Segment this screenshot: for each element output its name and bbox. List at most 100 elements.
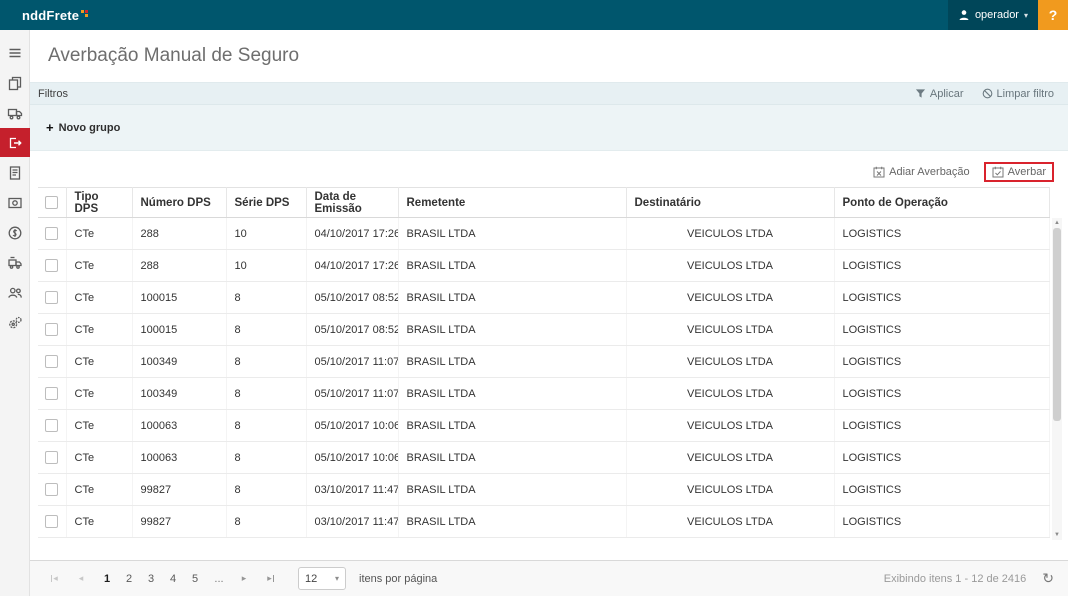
clear-filter-button[interactable]: Limpar filtro — [982, 88, 1054, 100]
column-header[interactable]: Remetente — [398, 187, 627, 218]
column-header[interactable]: Número DPS — [132, 187, 227, 218]
report-icon[interactable] — [0, 158, 30, 187]
scroll-up-icon[interactable]: ▲ — [1052, 218, 1062, 228]
fleet-icon[interactable] — [0, 248, 30, 277]
cell-emissao: 05/10/2017 08:52 — [306, 281, 399, 314]
next-page-button[interactable]: ▸ — [232, 568, 256, 590]
page-button-2[interactable]: 2 — [118, 568, 140, 590]
documents-icon[interactable] — [0, 68, 30, 97]
page-size-label: itens por página — [359, 572, 438, 585]
checkbox-cell — [38, 473, 67, 506]
help-button[interactable]: ? — [1038, 0, 1068, 30]
cell-tipo: CTe — [66, 313, 133, 346]
scrollbar-thumb[interactable] — [1053, 228, 1061, 422]
grid-actions: Adiar Averbação Averbar — [30, 159, 1068, 185]
row-checkbox[interactable] — [45, 355, 59, 368]
scroll-down-icon[interactable]: ▼ — [1052, 530, 1062, 540]
column-header[interactable]: Ponto de Operação — [834, 187, 1050, 218]
column-header[interactable]: Destinatário — [626, 187, 835, 218]
cell-numero: 288 — [132, 217, 227, 250]
cell-emissao: 04/10/2017 17:26 — [306, 249, 399, 282]
settings-icon[interactable] — [0, 308, 30, 337]
cell-emissao: 05/10/2017 10:06 — [306, 409, 399, 442]
last-page-button[interactable]: ▸ — [259, 568, 283, 590]
select-all-checkbox[interactable] — [45, 196, 59, 209]
previous-page-button[interactable]: ◂ — [69, 568, 93, 590]
cell-tipo: CTe — [66, 345, 133, 378]
column-header[interactable]: Data de Emissão — [306, 187, 399, 218]
table-row: CTe 99827 8 03/10/2017 11:47 BRASIL LTDA VEIC… — [38, 505, 1050, 538]
cell-serie: 10 — [226, 249, 307, 282]
cell-remetente: BRASIL LTDA — [398, 249, 627, 282]
chevron-down-icon: ▾ — [1023, 10, 1028, 20]
menu-icon[interactable] — [0, 38, 30, 67]
cell-numero: 100349 — [132, 377, 227, 410]
user-menu-button[interactable]: operador ▾ — [947, 0, 1038, 30]
checkbox-cell — [38, 377, 67, 410]
row-checkbox[interactable] — [45, 291, 59, 304]
first-page-button[interactable]: ◂ — [42, 568, 66, 590]
cell-numero: 288 — [132, 249, 227, 282]
cell-tipo: CTe — [66, 377, 133, 410]
postpone-endorsement-button[interactable]: Adiar Averbação — [873, 166, 970, 178]
filters-panel: + Novo grupo — [30, 105, 1068, 151]
column-header[interactable]: Série DPS — [226, 187, 307, 218]
page-button-3[interactable]: 3 — [140, 568, 162, 590]
averbar-button[interactable]: Averbar — [983, 162, 1054, 182]
row-checkbox[interactable] — [45, 387, 59, 400]
row-checkbox[interactable] — [45, 419, 59, 432]
page-size-select[interactable]: 12 ▾ — [298, 567, 346, 590]
table-row: CTe 288 10 04/10/2017 17:26 BRASIL LTDA VEICU… — [38, 217, 1050, 250]
cell-emissao: 05/10/2017 11:07 — [306, 345, 399, 378]
checkbox-cell — [38, 409, 67, 442]
cell-ponto: LOGISTICS — [834, 473, 1050, 506]
new-group-button[interactable]: + Novo grupo — [46, 121, 120, 134]
cell-tipo: CTe — [66, 281, 133, 314]
cancel-circle-icon — [982, 88, 992, 99]
row-checkbox[interactable] — [45, 259, 59, 272]
cell-ponto: LOGISTICS — [834, 249, 1050, 282]
table-row: CTe 100015 8 05/10/2017 08:52 BRASIL LTDA VEI… — [38, 313, 1050, 346]
cell-serie: 8 — [226, 313, 307, 346]
cell-serie: 8 — [226, 281, 307, 314]
more-pages-button[interactable]: ... — [209, 573, 229, 585]
cell-numero: 100063 — [132, 441, 227, 474]
cell-serie: 8 — [226, 409, 307, 442]
checkbox-cell — [38, 249, 67, 282]
cell-emissao: 05/10/2017 08:52 — [306, 313, 399, 346]
users-icon[interactable] — [0, 278, 30, 307]
cell-numero: 100349 — [132, 345, 227, 378]
refresh-button[interactable]: ↻ — [1042, 570, 1054, 587]
cell-destinatario: VEICULOS LTDA — [626, 441, 835, 474]
row-checkbox[interactable] — [45, 515, 59, 528]
vertical-scrollbar[interactable]: ▲ ▼ — [1052, 218, 1062, 540]
page-button-5[interactable]: 5 — [184, 568, 206, 590]
apply-filter-button[interactable]: Aplicar — [915, 88, 964, 100]
truck-icon[interactable] — [0, 98, 30, 127]
monitor-icon[interactable] — [0, 188, 30, 217]
column-header[interactable]: Tipo DPS — [66, 187, 133, 218]
row-checkbox[interactable] — [45, 451, 59, 464]
checkbox-cell — [38, 441, 67, 474]
calendar-check-icon — [992, 166, 1004, 178]
cell-emissao: 05/10/2017 10:06 — [306, 441, 399, 474]
checkbox-cell — [38, 217, 67, 250]
billing-icon[interactable] — [0, 218, 30, 247]
page-button-4[interactable]: 4 — [162, 568, 184, 590]
endorsement-icon[interactable] — [0, 128, 30, 157]
page-button-1[interactable]: 1 — [96, 568, 118, 590]
funnel-icon — [915, 89, 925, 98]
cell-destinatario: VEICULOS LTDA — [626, 313, 835, 346]
cell-ponto: LOGISTICS — [834, 441, 1050, 474]
checkbox-cell — [38, 281, 67, 314]
cell-serie: 10 — [226, 217, 307, 250]
cell-destinatario: VEICULOS LTDA — [626, 281, 835, 314]
table-row: CTe 100349 8 05/10/2017 11:07 BRASIL LTDA VEI… — [38, 345, 1050, 378]
app-window: nddFrete operador ▾ ? Averbação Manual d… — [0, 0, 1068, 596]
row-checkbox[interactable] — [45, 483, 59, 496]
row-checkbox[interactable] — [45, 323, 59, 336]
cell-serie: 8 — [226, 377, 307, 410]
row-checkbox[interactable] — [45, 227, 59, 240]
table-row: CTe 100015 8 05/10/2017 08:52 BRASIL LTDA VEI… — [38, 281, 1050, 314]
cell-serie: 8 — [226, 441, 307, 474]
